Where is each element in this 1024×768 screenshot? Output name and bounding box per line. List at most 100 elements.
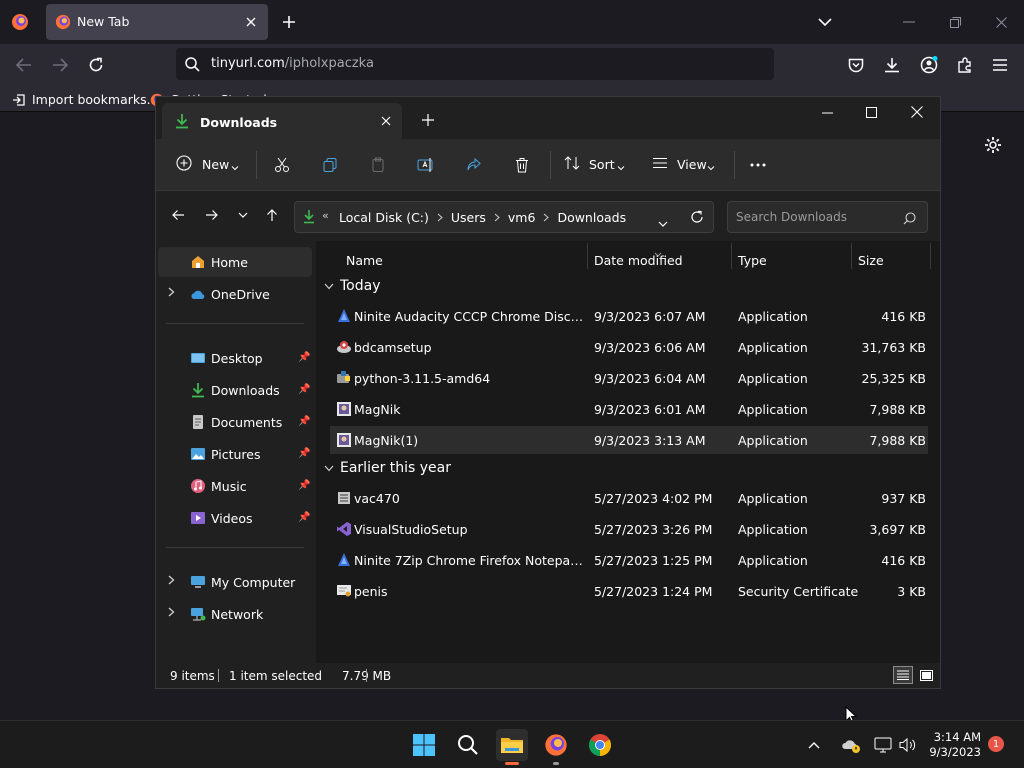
taskbar-search-icon[interactable] [452, 729, 484, 761]
cut-icon[interactable] [272, 155, 292, 175]
column-separator[interactable] [587, 243, 588, 269]
breadcrumb-item[interactable]: vm6 [508, 210, 536, 225]
file-row[interactable]: Ninite Audacity CCCP Chrome Discord Fi..… [330, 302, 928, 330]
bookmark-import[interactable]: Import bookmarks... [12, 90, 159, 108]
account-icon[interactable] [919, 55, 939, 75]
minimize-browser-icon[interactable] [900, 13, 918, 31]
back-icon[interactable] [168, 205, 188, 225]
column-separator[interactable] [930, 243, 931, 269]
network-tray-icon[interactable] [872, 729, 894, 761]
rename-icon[interactable] [416, 155, 436, 175]
file-name: vac470 [354, 491, 400, 506]
close-browser-icon[interactable] [992, 13, 1010, 31]
nav-item-documents[interactable]: Documents 📌 [158, 407, 312, 437]
file-row[interactable]: python-3.11.5-amd64 9/3/2023 6:04 AM App… [330, 364, 928, 392]
nav-item-pictures[interactable]: Pictures 📌 [158, 439, 312, 469]
delete-icon[interactable] [512, 155, 532, 175]
recent-locations-icon[interactable] [233, 205, 253, 225]
close-tab-icon[interactable] [242, 13, 260, 31]
expand-chevron-icon[interactable] [168, 286, 175, 300]
nav-item-my-computer[interactable]: My Computer [158, 567, 312, 597]
firefox-menu-icon[interactable] [10, 12, 30, 32]
file-row[interactable]: MagNik 9/3/2023 6:01 AM Application 7,98… [330, 395, 928, 423]
nav-item-music[interactable]: Music 📌 [158, 471, 312, 501]
search-input[interactable]: Search Downloads [736, 210, 847, 224]
file-row[interactable]: penis 5/27/2023 1:24 PM Security Certifi… [330, 577, 928, 605]
column-header-date[interactable]: Date modified [594, 253, 683, 268]
new-explorer-tab-button[interactable] [420, 112, 436, 128]
column-header-size[interactable]: Size [858, 253, 884, 268]
group-header-today[interactable]: Today [324, 278, 381, 294]
column-separator[interactable] [731, 243, 732, 269]
expand-chevron-icon[interactable] [168, 606, 175, 620]
back-icon[interactable] [14, 55, 34, 75]
new-button[interactable]: New [176, 154, 242, 176]
address-bar[interactable]: « Local Disk (C:) Users vm6 Downloads [294, 201, 714, 233]
explorer-tab-downloads[interactable]: Downloads [162, 103, 402, 139]
forward-icon[interactable] [202, 205, 222, 225]
minimize-icon[interactable] [818, 104, 836, 122]
nav-item-home[interactable]: Home [158, 247, 312, 277]
file-row[interactable]: Ninite 7Zip Chrome Firefox Notepad Inst.… [330, 546, 928, 574]
group-header-earlier[interactable]: Earlier this year [324, 460, 451, 476]
nav-item-onedrive[interactable]: OneDrive [158, 279, 312, 309]
reload-icon[interactable] [86, 55, 106, 75]
expand-chevron-icon[interactable] [168, 574, 175, 588]
refresh-icon[interactable] [690, 209, 704, 228]
restore-browser-icon[interactable] [946, 13, 964, 31]
computer-icon [190, 574, 206, 590]
share-icon[interactable] [464, 155, 484, 175]
start-button-windows-icon[interactable] [408, 729, 440, 761]
status-bar: 9 items 1 item selected 7.79 MB [156, 663, 940, 688]
copy-icon[interactable] [320, 155, 340, 175]
maximize-icon[interactable] [862, 103, 880, 121]
breadcrumb-item[interactable]: Downloads [557, 210, 626, 225]
view-button[interactable]: View [652, 154, 718, 176]
paste-icon[interactable] [368, 155, 388, 175]
tab-new-tab[interactable]: New Tab [46, 4, 268, 40]
column-header-type[interactable]: Type [738, 253, 767, 268]
nav-item-videos[interactable]: Videos 📌 [158, 503, 312, 533]
list-tabs-icon[interactable] [816, 13, 834, 31]
file-row-selected[interactable]: MagNik(1) 9/3/2023 3:13 AM Application 7… [330, 426, 928, 454]
pocket-icon[interactable] [846, 55, 866, 75]
column-header-name[interactable]: Name [346, 253, 383, 268]
column-separator[interactable] [851, 243, 852, 269]
ninite-icon [336, 308, 352, 324]
app-menu-icon[interactable] [990, 55, 1010, 75]
breadcrumb-item[interactable]: Local Disk (C:) [339, 210, 429, 225]
file-explorer-taskbar-icon[interactable] [496, 729, 528, 761]
search-box[interactable]: Search Downloads [727, 201, 928, 233]
url-bar[interactable]: tinyurl.com/ipholxpaczka [176, 48, 774, 80]
onedrive-warning-icon[interactable] [838, 729, 864, 761]
nav-label: Desktop [211, 351, 263, 366]
system-clock[interactable]: 3:14 AM 9/3/2023 [929, 730, 981, 760]
close-window-icon[interactable] [908, 103, 926, 121]
tiles-view-icon[interactable] [916, 666, 936, 684]
new-tab-button[interactable] [280, 13, 298, 31]
sort-button[interactable]: Sort [564, 154, 626, 176]
firefox-taskbar-icon[interactable] [540, 729, 572, 761]
nav-item-downloads[interactable]: Downloads 📌 [158, 375, 312, 405]
breadcrumb-item[interactable]: Users [451, 210, 486, 225]
notification-badge[interactable]: 1 [988, 736, 1004, 752]
up-icon[interactable] [262, 205, 282, 225]
volume-icon[interactable] [896, 729, 918, 761]
file-row[interactable]: VisualStudioSetup 5/27/2023 3:26 PM Appl… [330, 515, 928, 543]
nav-item-desktop[interactable]: Desktop 📌 [158, 343, 312, 373]
more-options-icon[interactable] [748, 155, 768, 175]
extensions-icon[interactable] [955, 55, 975, 75]
downloads-icon[interactable] [882, 55, 902, 75]
command-separator [256, 151, 257, 179]
close-tab-icon[interactable] [378, 113, 394, 129]
address-history-icon[interactable] [658, 213, 668, 232]
file-row[interactable]: bdcamsetup 9/3/2023 6:06 AM Application … [330, 333, 928, 361]
forward-icon[interactable] [50, 55, 70, 75]
show-hidden-icons-chevron-icon[interactable] [804, 729, 824, 761]
newtab-settings-icon[interactable] [982, 134, 1004, 156]
chrome-taskbar-icon[interactable] [584, 729, 616, 761]
breadcrumb-overflow-icon[interactable]: « [322, 209, 329, 222]
file-row[interactable]: vac470 5/27/2023 4:02 PM Application 937… [330, 484, 928, 512]
details-view-icon[interactable] [893, 666, 913, 684]
nav-item-network[interactable]: Network [158, 599, 312, 629]
